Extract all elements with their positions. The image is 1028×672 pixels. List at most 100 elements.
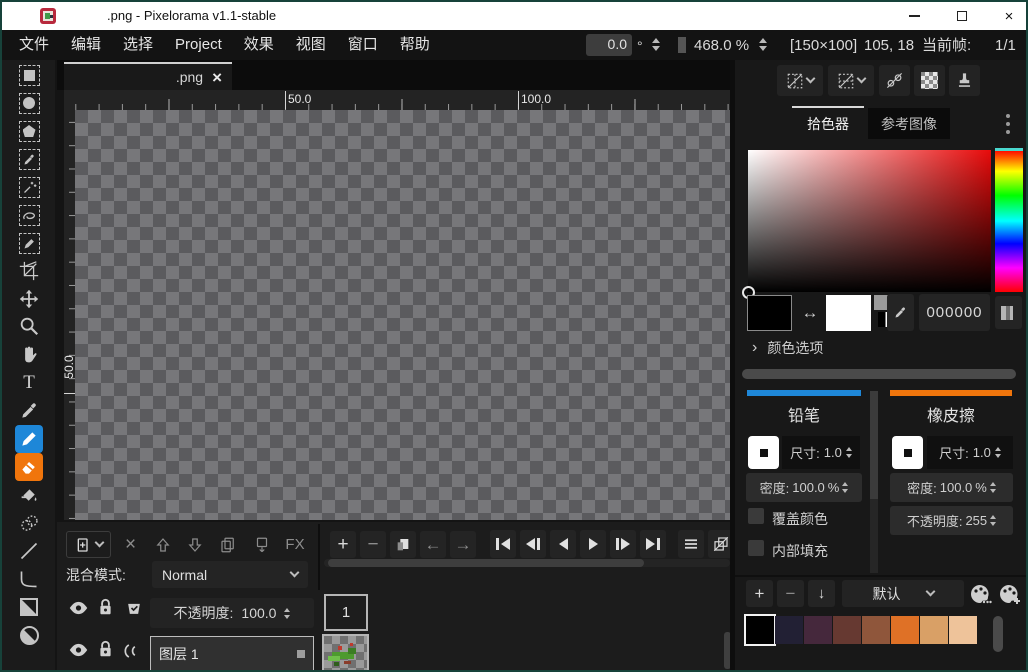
add-frame-button[interactable]: + (330, 531, 356, 558)
last-frame-button[interactable] (640, 530, 666, 558)
rotation-spinner[interactable] (652, 38, 660, 51)
clone-layer-button[interactable] (214, 531, 241, 558)
palette-swatch-3[interactable] (833, 616, 861, 644)
density-spinner[interactable] (990, 482, 996, 493)
density-spinner[interactable] (842, 482, 848, 493)
delete-layer-button[interactable]: × (118, 531, 143, 558)
tab-color-picker[interactable]: 拾色器 (792, 108, 864, 139)
hue-slider-handle[interactable] (995, 148, 1023, 151)
menu-select[interactable]: 选择 (112, 30, 164, 60)
first-frame-button[interactable] (490, 530, 516, 558)
zoom-value[interactable]: 468.0 % (694, 35, 749, 57)
pencil-density-slider[interactable]: 密度: 100.0 % (746, 473, 862, 502)
blend-mode-dropdown[interactable]: Normal (152, 561, 308, 588)
frame-1-button[interactable]: 1 (324, 594, 368, 631)
menu-project[interactable]: Project (164, 30, 233, 60)
menu-help[interactable]: 帮助 (389, 30, 441, 60)
mirror-x-button[interactable] (777, 65, 823, 96)
maximize-button[interactable] (945, 2, 979, 30)
palette-swatch-5[interactable] (891, 616, 919, 644)
tab-close-icon[interactable]: × (212, 69, 222, 86)
tool-ellipse-select[interactable] (15, 89, 43, 117)
pencil-size-input[interactable]: 尺寸: 1.0 (782, 436, 860, 469)
overwrite-color-checkbox[interactable] (748, 508, 764, 524)
eraser-density-slider[interactable]: 密度: 100.0 % (890, 473, 1013, 502)
menu-effects[interactable]: 效果 (233, 30, 285, 60)
close-button[interactable]: × (992, 2, 1026, 30)
pencil-brush-button[interactable] (748, 436, 779, 469)
play-backwards-button[interactable] (550, 530, 576, 558)
previous-frame-button[interactable] (520, 530, 546, 558)
palette-swatch-6[interactable] (920, 616, 948, 644)
tool-pan[interactable] (15, 340, 43, 368)
tool-pencil[interactable] (15, 425, 43, 453)
swap-colors-button[interactable]: ↔ (796, 295, 824, 331)
tool-rectangle[interactable] (15, 593, 43, 621)
layer1-link-toggle[interactable] (122, 643, 146, 659)
fill-inside-checkbox[interactable] (748, 540, 764, 556)
opacity-spinner[interactable] (990, 515, 996, 526)
transparency-checker-button[interactable] (914, 65, 945, 96)
primary-color-swatch[interactable] (747, 295, 792, 331)
clone-frame-button[interactable] (390, 531, 416, 558)
eraser-size-input[interactable]: 尺寸: 1.0 (927, 436, 1013, 469)
tool-shading[interactable] (15, 509, 43, 537)
menu-file[interactable]: 文件 (8, 30, 60, 60)
size-spinner[interactable] (995, 447, 1001, 458)
horizontal-ruler[interactable]: 50.0 100.0 (75, 90, 730, 110)
tool-color-select[interactable] (15, 145, 43, 173)
tool-color-picker[interactable] (15, 397, 43, 425)
layer-lock-toggle[interactable] (97, 597, 114, 618)
dynamics-button[interactable] (879, 65, 910, 96)
add-color-button[interactable]: + (746, 580, 773, 607)
saturation-value-picker[interactable] (748, 150, 991, 292)
move-layer-down-button[interactable] (182, 531, 207, 558)
tool-bucket[interactable] (15, 481, 43, 509)
color-options-expander[interactable]: › 颜色选项 (752, 338, 823, 358)
layer-fx-button[interactable]: FX (280, 531, 310, 558)
opacity-spinner[interactable] (284, 608, 290, 619)
next-frame-button[interactable] (610, 530, 636, 558)
layer-visibility-toggle[interactable] (68, 600, 89, 616)
palette-swatch-2[interactable] (804, 616, 832, 644)
tool-curve[interactable] (15, 565, 43, 593)
color-mode-button[interactable] (995, 296, 1022, 329)
timeline-settings-button[interactable] (678, 530, 704, 558)
layer-opacity-box[interactable]: 不透明度: 100.0 (150, 598, 314, 628)
minimize-button[interactable] (897, 2, 931, 30)
move-frame-left-button[interactable]: ← (420, 531, 446, 558)
picker-hscrollbar-thumb[interactable] (742, 369, 1016, 379)
tool-options-scrollbar-thumb[interactable] (870, 391, 878, 499)
remove-frame-button[interactable]: − (360, 531, 386, 558)
tool-line[interactable] (15, 537, 43, 565)
eraser-opacity-slider[interactable]: 不透明度: 255 (890, 506, 1013, 535)
move-frame-right-button[interactable]: → (450, 531, 476, 558)
mirror-y-button[interactable] (828, 65, 874, 96)
tool-crop[interactable] (15, 257, 43, 285)
tool-text[interactable]: T (15, 369, 43, 397)
palette-swatch-0[interactable] (746, 616, 774, 644)
palette-swatch-4[interactable] (862, 616, 890, 644)
tool-rectangle-select[interactable] (15, 61, 43, 89)
tool-polygon-select[interactable] (15, 117, 43, 145)
tool-ellipse[interactable] (15, 621, 43, 649)
size-spinner[interactable] (846, 447, 852, 458)
palette-dropdown[interactable]: 默认 (842, 580, 964, 607)
new-palette-button[interactable] (996, 580, 1024, 608)
tool-paint-select[interactable] (15, 229, 43, 257)
tool-move[interactable] (15, 285, 43, 313)
palette-scrollbar-thumb[interactable] (993, 616, 1003, 652)
tool-magic-wand[interactable] (15, 173, 43, 201)
sort-palette-button[interactable]: ↓ (808, 580, 835, 607)
eraser-brush-button[interactable] (892, 436, 923, 469)
cel-thumbnail[interactable] (322, 634, 369, 672)
tool-eraser[interactable] (15, 453, 43, 481)
eyedropper-button[interactable] (887, 294, 914, 331)
rotation-input[interactable]: 0.0 (586, 34, 632, 56)
cel-link-toggle[interactable] (124, 598, 144, 618)
move-layer-up-button[interactable] (150, 531, 175, 558)
hex-color-input[interactable]: 000000 (919, 294, 990, 331)
layer-name-field[interactable]: 图层 1 (150, 636, 314, 672)
drawing-canvas[interactable] (75, 110, 730, 520)
tab-reference-image[interactable]: 参考图像 (868, 108, 950, 139)
